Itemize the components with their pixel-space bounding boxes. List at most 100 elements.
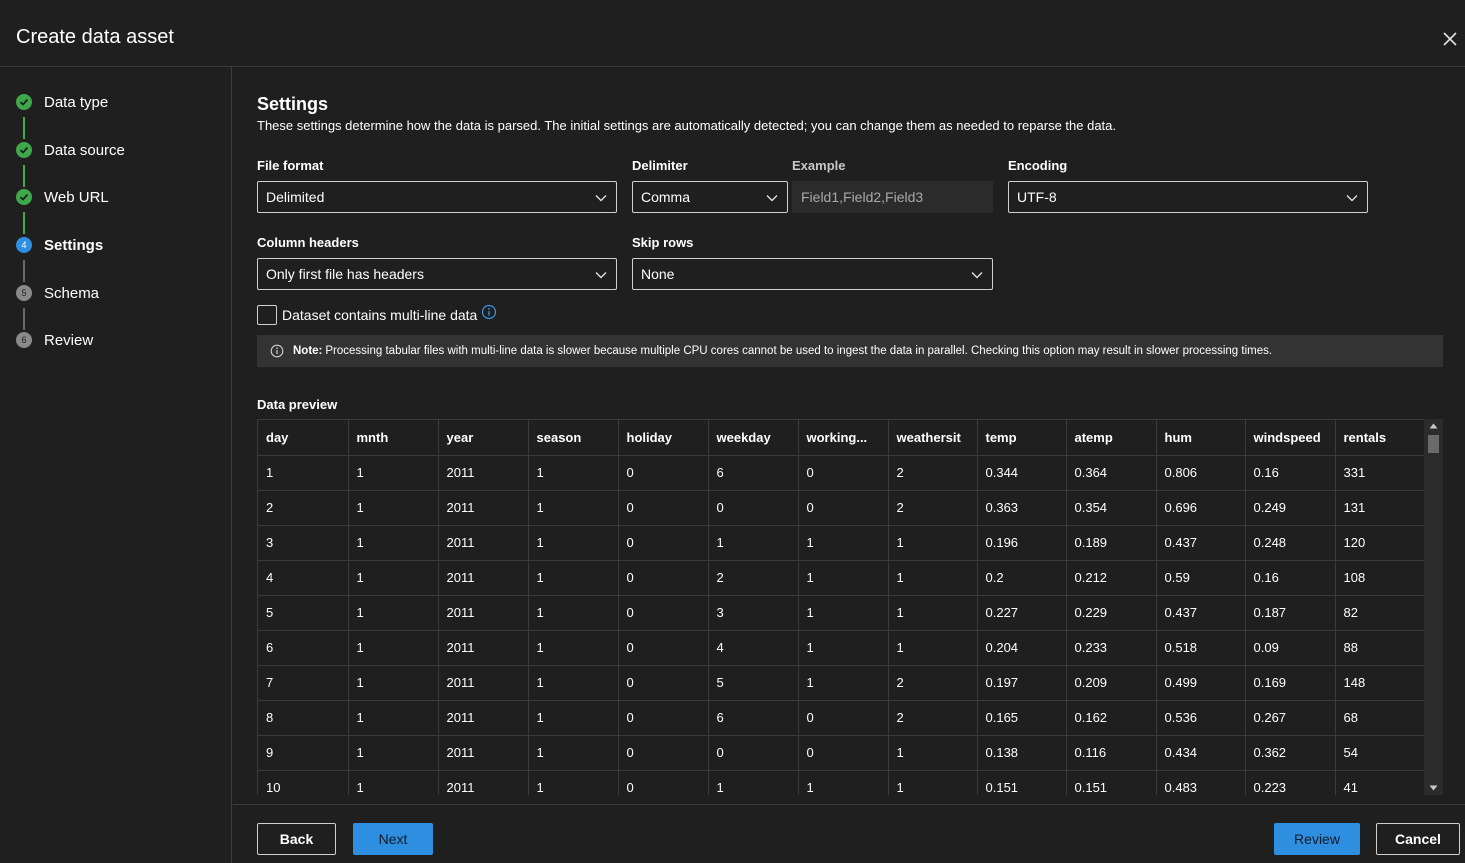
table-cell: 2011	[438, 525, 529, 561]
encoding-value: UTF-8	[1017, 189, 1057, 205]
column-headers-label: Column headers	[257, 235, 359, 250]
skip-rows-label: Skip rows	[632, 235, 694, 250]
table-cell: 2011	[438, 770, 529, 795]
step-number-badge: 6	[16, 332, 32, 348]
table-cell: 0.151	[1066, 770, 1157, 795]
file-format-dropdown[interactable]: Delimited	[257, 181, 617, 213]
column-header[interactable]: temp	[977, 420, 1067, 456]
table-cell: 0.16	[1245, 560, 1336, 596]
step-label: Web URL	[44, 188, 109, 206]
table-cell: 1	[528, 595, 619, 631]
table-cell: 1	[528, 455, 619, 491]
cancel-button[interactable]: Cancel	[1376, 823, 1460, 855]
table-cell: 0	[708, 735, 799, 771]
scroll-down-icon[interactable]	[1429, 785, 1438, 791]
table-cell: 1	[258, 455, 349, 491]
table-cell: 1	[348, 700, 439, 736]
step-review[interactable]: 6 Review	[16, 328, 93, 352]
table-cell: 1	[348, 665, 439, 701]
table-cell: 2	[888, 455, 978, 491]
step-schema[interactable]: 5 Schema	[16, 281, 99, 305]
table-cell: 0.437	[1156, 595, 1246, 631]
table-cell: 1	[888, 525, 978, 561]
column-header[interactable]: atemp	[1066, 420, 1157, 456]
column-headers-dropdown[interactable]: Only first file has headers	[257, 258, 617, 290]
table-row: 2 1 2011 1 0 0 0 2 0.363 0.354 0.696 0.249 131	[258, 490, 1426, 526]
column-header[interactable]: day	[258, 420, 349, 456]
step-connector	[23, 212, 25, 234]
table-cell: 0.227	[977, 595, 1067, 631]
column-header[interactable]: mnth	[348, 420, 439, 456]
data-preview-label: Data preview	[257, 397, 338, 412]
table-row: 8 1 2011 1 0 6 0 2 0.165 0.162 0.536 0.267 68	[258, 700, 1426, 736]
table-cell: 0.248	[1245, 525, 1336, 561]
table-cell: 1	[888, 560, 978, 596]
table-cell: 0	[798, 455, 889, 491]
column-header[interactable]: windspeed	[1245, 420, 1336, 456]
table-cell: 0.169	[1245, 665, 1336, 701]
table-cell: 120	[1335, 525, 1426, 561]
back-button[interactable]: Back	[257, 823, 336, 855]
check-circle-icon	[16, 142, 32, 158]
table-cell: 0.364	[1066, 455, 1157, 491]
table-cell: 1	[888, 735, 978, 771]
table-row: 9 1 2011 1 0 0 0 1 0.138 0.116 0.434 0.362 54	[258, 735, 1426, 771]
table-cell: 2011	[438, 490, 529, 526]
table-cell: 0	[618, 560, 709, 596]
settings-panel: Settings These settings determine how th…	[233, 67, 1465, 804]
vertical-scrollbar[interactable]	[1424, 419, 1443, 795]
delimiter-dropdown[interactable]: Comma	[632, 181, 788, 213]
step-number-badge: 5	[16, 285, 32, 301]
column-header[interactable]: rentals	[1335, 420, 1426, 456]
table-cell: 6	[708, 455, 799, 491]
table-cell: 0	[618, 455, 709, 491]
table-cell: 0.499	[1156, 665, 1246, 701]
section-title: Settings	[257, 94, 329, 114]
encoding-dropdown[interactable]: UTF-8	[1008, 181, 1368, 213]
step-settings[interactable]: 4 Settings	[16, 233, 103, 257]
column-header[interactable]: holiday	[618, 420, 709, 456]
review-button[interactable]: Review	[1274, 823, 1360, 855]
info-icon[interactable]	[481, 304, 497, 320]
step-web-url[interactable]: Web URL	[16, 185, 109, 209]
table-cell: 4	[708, 630, 799, 666]
scroll-up-icon[interactable]	[1429, 423, 1438, 429]
scroll-thumb[interactable]	[1428, 435, 1439, 453]
column-header[interactable]: hum	[1156, 420, 1246, 456]
table-cell: 0.806	[1156, 455, 1246, 491]
table-cell: 0.362	[1245, 735, 1336, 771]
table-cell: 0.483	[1156, 770, 1246, 795]
table-cell: 1	[798, 595, 889, 631]
table-cell: 10	[258, 770, 349, 795]
table-cell: 0.151	[977, 770, 1067, 795]
step-data-type[interactable]: Data type	[16, 90, 108, 114]
table-cell: 2011	[438, 665, 529, 701]
table-cell: 6	[708, 700, 799, 736]
table-cell: 0	[618, 770, 709, 795]
column-headers-value: Only first file has headers	[266, 266, 424, 282]
close-icon[interactable]	[1439, 28, 1461, 50]
table-cell: 0.223	[1245, 770, 1336, 795]
column-header[interactable]: working...	[798, 420, 889, 456]
table-cell: 1	[798, 665, 889, 701]
file-format-label: File format	[257, 158, 324, 173]
section-description: These settings determine how the data is…	[257, 118, 1117, 133]
column-header[interactable]: weathersit	[888, 420, 978, 456]
column-header[interactable]: weekday	[708, 420, 799, 456]
multiline-checkbox[interactable]	[257, 305, 277, 325]
encoding-label: Encoding	[1008, 158, 1068, 173]
next-button[interactable]: Next	[353, 823, 433, 855]
table-cell: 0	[798, 490, 889, 526]
step-data-source[interactable]: Data source	[16, 138, 125, 162]
column-header[interactable]: season	[528, 420, 619, 456]
skip-rows-dropdown[interactable]: None	[632, 258, 993, 290]
column-header[interactable]: year	[438, 420, 529, 456]
table-cell: 0.196	[977, 525, 1067, 561]
table-cell: 2	[708, 560, 799, 596]
table-cell: 0.518	[1156, 630, 1246, 666]
table-row: 10 1 2011 1 0 1 1 1 0.151 0.151 0.483 0.223 41	[258, 770, 1426, 795]
table-cell: 0.696	[1156, 490, 1246, 526]
multiline-option: Dataset contains multi-line data	[257, 304, 497, 326]
table-cell: 8	[258, 700, 349, 736]
delimiter-value: Comma	[641, 189, 691, 205]
